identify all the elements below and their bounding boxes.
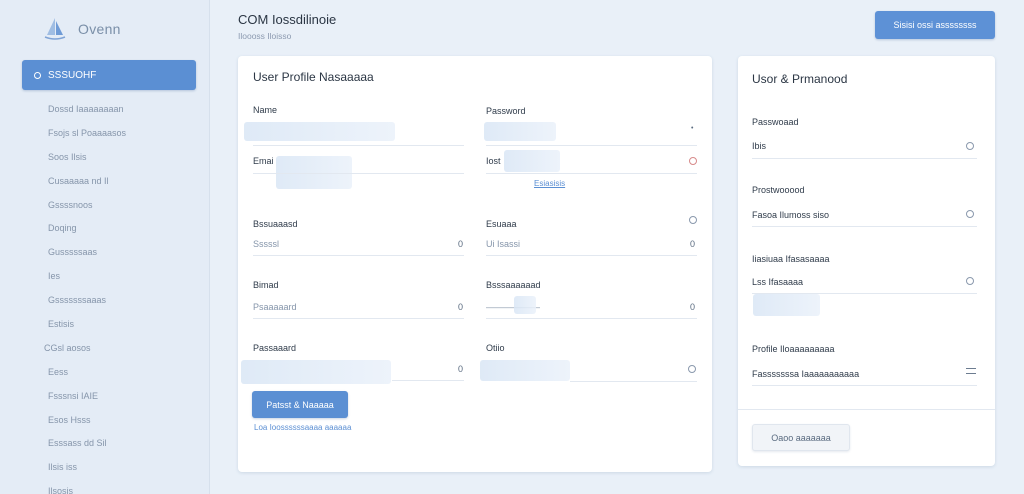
sidebar-item[interactable]: Ilsis iss: [0, 456, 210, 480]
alert-icon: [689, 157, 697, 165]
source-value[interactable]: Ui Isassi: [486, 239, 520, 249]
side-field-value[interactable]: Fasssssssa Iaaaaaaaaaaa: [752, 369, 859, 379]
username-counter: 0: [458, 239, 464, 249]
sidebar-item[interactable]: Gsssssssaaas: [0, 289, 210, 313]
passfield-underline: [486, 318, 697, 319]
email-label: Emai: [253, 156, 274, 166]
passfield-counter: 0: [690, 302, 696, 312]
sidebar-item[interactable]: CGsl aosos: [0, 337, 210, 361]
password-dot: •: [691, 125, 694, 132]
side-field-value[interactable]: Lss Ifasaaaa: [752, 277, 803, 287]
sidebar-item[interactable]: Cusaaaaa nd Il: [0, 170, 210, 194]
page-title: COM Iossdilinoie: [238, 12, 337, 27]
password-label: Password: [486, 106, 526, 116]
page-subtitle: Iloooss Iloisso: [238, 31, 292, 41]
email2-label: Bimad: [253, 280, 279, 290]
sidebar-item[interactable]: Fsojs sl Poaaaasos: [0, 122, 210, 146]
settings-icon[interactable]: [966, 210, 974, 218]
menu-icon[interactable]: [966, 368, 976, 374]
passfield-label: Bsssaaaaaad: [486, 280, 541, 290]
sidebar-item[interactable]: Gssssnoos: [0, 194, 210, 218]
settings-icon[interactable]: [966, 277, 974, 285]
footer-link[interactable]: Loa Ioossssssaaaa aaaaaa: [254, 423, 351, 432]
brand[interactable]: Ovenn: [44, 17, 121, 41]
side-field-value[interactable]: Ibis: [752, 141, 766, 151]
side-underline: [752, 226, 977, 227]
username-underline: [253, 255, 464, 256]
side-underline: [752, 158, 977, 159]
sidebar-item[interactable]: Dossd Iaaaaaaaan: [0, 98, 210, 122]
side-action-button[interactable]: Oaoo aaaaaaa: [752, 424, 850, 451]
email2-value[interactable]: Psaaaaard: [253, 302, 297, 312]
sidebar-item[interactable]: Doqing: [0, 217, 210, 241]
side-field-label: Iiasiuaa Ifasasaaaa: [752, 254, 830, 264]
lost-input[interactable]: [504, 150, 560, 172]
email2-counter: 0: [458, 302, 464, 312]
side-field-label: Passwoaad: [752, 117, 799, 127]
side-field-value[interactable]: Fasoa Ilumoss siso: [752, 210, 829, 220]
sidebar-item[interactable]: Soos Ilsis: [0, 146, 210, 170]
password2-input[interactable]: [241, 360, 391, 384]
sidebar-item[interactable]: Esssass dd Sil: [0, 432, 210, 456]
brand-name: Ovenn: [78, 21, 121, 37]
side-field-label: Prostwooood: [752, 185, 805, 195]
sidebar-item[interactable]: Gusssssaas: [0, 241, 210, 265]
circle-icon: [34, 71, 41, 79]
sidebar-item[interactable]: Ilsosis: [0, 480, 210, 494]
side-title: Usor & Prmanood: [752, 72, 848, 86]
side-divider: [738, 409, 995, 410]
sidebar-item-active[interactable]: SSSUOHF: [22, 60, 196, 90]
sidebar: Ovenn SSSUOHF Dossd Iaaaaaaaan Fsojs sl …: [0, 0, 210, 494]
password-underline: [486, 145, 697, 146]
save-button[interactable]: Patsst & Naaaaa: [252, 391, 348, 418]
username-label: Bssuaaasd: [253, 219, 298, 229]
name-input[interactable]: [244, 122, 395, 141]
password-input[interactable]: [484, 122, 556, 141]
side-blur: [753, 294, 820, 316]
passfield-blur: [514, 296, 536, 314]
email-underline: [253, 173, 464, 174]
settings-icon[interactable]: [688, 365, 696, 373]
lost-link[interactable]: Esiasisis: [534, 179, 565, 188]
lost-label: Iost: [486, 156, 501, 166]
settings-icon[interactable]: [966, 142, 974, 150]
side-underline: [752, 385, 977, 386]
sidebar-item-label: SSSUOHF: [48, 69, 97, 81]
sidebar-item[interactable]: Eess: [0, 361, 210, 385]
sidebar-item[interactable]: Esos Hsss: [0, 409, 210, 433]
source-counter: 0: [690, 239, 696, 249]
email2-underline: [253, 318, 464, 319]
lost-underline: [486, 173, 697, 174]
other-label: Otiio: [486, 343, 505, 353]
source-label: Esuaaa: [486, 219, 517, 229]
name-label: Name: [253, 105, 278, 115]
password2-counter: 0: [458, 364, 464, 374]
side-field-label: Profile Iloaaaaaaaaa: [752, 344, 835, 354]
profile-title: User Profile Nasaaaaa: [253, 70, 374, 84]
source-underline: [486, 255, 697, 256]
password2-label: Passaaard: [253, 343, 297, 353]
sidebar-item[interactable]: Fsssnsi IAIE: [0, 385, 210, 409]
other-input[interactable]: [480, 360, 570, 381]
sidebar-item[interactable]: Ies: [0, 265, 210, 289]
sidebar-nav: Dossd Iaaaaaaaan Fsojs sl Poaaaasos Soos…: [0, 98, 210, 494]
name-underline: [253, 145, 464, 146]
sail-logo-icon: [44, 18, 66, 40]
other-underline: [570, 381, 697, 382]
sidebar-item[interactable]: Estisis: [0, 313, 210, 337]
username-value[interactable]: Sssssl: [253, 239, 279, 249]
header-action-button[interactable]: Sisisi ossi assssssss: [875, 11, 995, 39]
info-icon[interactable]: [689, 216, 697, 224]
password2-underline: [392, 380, 464, 381]
